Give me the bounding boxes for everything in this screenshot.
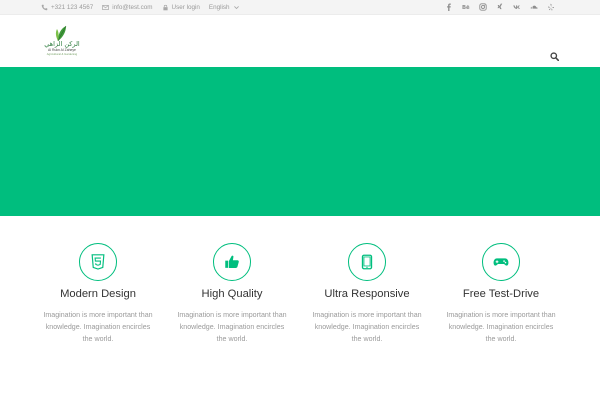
behance-icon[interactable]: Bē: [462, 3, 470, 11]
xing-icon[interactable]: [496, 3, 504, 11]
feature-card: High Quality Imagination is more importa…: [165, 243, 299, 345]
lock-icon: [162, 4, 169, 11]
html5-icon: [91, 254, 105, 270]
hero-banner: [0, 67, 600, 216]
phone-icon: [41, 4, 48, 11]
feature-icon-circle[interactable]: [79, 243, 117, 281]
logo[interactable]: الركن الزاهي Al Rukn Al Zaheye Agricultu…: [42, 24, 82, 58]
feature-description: Imagination is more important than knowl…: [177, 311, 287, 343]
gamepad-icon: [493, 258, 509, 266]
feature-title: Ultra Responsive: [324, 288, 410, 300]
phone-number: +321 123 4567: [51, 3, 94, 11]
feature-icon-circle[interactable]: [213, 243, 251, 281]
logo-arabic-text: الركن الزاهي: [44, 40, 80, 48]
features-section: Modern Design Imagination is more import…: [0, 216, 600, 400]
tablet-icon: [361, 254, 373, 270]
facebook-icon[interactable]: [445, 3, 453, 11]
language-selector[interactable]: English: [209, 4, 240, 11]
contact-info: +321 123 4567 info@test.com User login E…: [41, 0, 240, 14]
user-login-link[interactable]: User login: [162, 4, 200, 11]
feature-description: Imagination is more important than knowl…: [43, 311, 153, 343]
yelp-icon[interactable]: [547, 3, 555, 11]
feature-card: Ultra Responsive Imagination is more imp…: [300, 243, 434, 345]
thumbs-up-icon: [225, 255, 239, 268]
instagram-icon[interactable]: [479, 3, 487, 11]
site-header: الركن الزاهي Al Rukn Al Zaheye Agricultu…: [0, 15, 600, 67]
search-button[interactable]: [549, 51, 559, 61]
language-label: English: [208, 3, 230, 11]
soundcloud-icon[interactable]: [530, 3, 538, 11]
top-bar: +321 123 4567 info@test.com User login E…: [0, 0, 600, 15]
feature-description: Imagination is more important than knowl…: [446, 311, 556, 343]
email-item[interactable]: info@test.com: [102, 3, 153, 11]
feature-title: Free Test-Drive: [462, 288, 540, 300]
phone-item[interactable]: +321 123 4567: [41, 4, 93, 11]
feature-title: Modern Design: [60, 288, 136, 300]
email-address: info@test.com: [112, 3, 153, 11]
vk-icon[interactable]: [513, 3, 521, 11]
feature-icon-circle[interactable]: [348, 243, 386, 281]
feature-title: High Quality: [201, 288, 263, 300]
svg-text:Bē: Bē: [462, 5, 470, 11]
chevron-down-icon: [233, 4, 240, 11]
envelope-icon: [102, 4, 109, 11]
social-links: Bē: [445, 0, 555, 14]
feature-icon-circle[interactable]: [482, 243, 520, 281]
search-icon: [549, 51, 559, 61]
feature-description: Imagination is more important than knowl…: [312, 311, 422, 343]
feature-card: Modern Design Imagination is more import…: [31, 243, 165, 345]
user-login-label: User login: [171, 3, 200, 11]
feature-card: Free Test-Drive Imagination is more impo…: [434, 243, 568, 345]
logo-tagline: Agricultural & Gardening: [46, 52, 78, 56]
